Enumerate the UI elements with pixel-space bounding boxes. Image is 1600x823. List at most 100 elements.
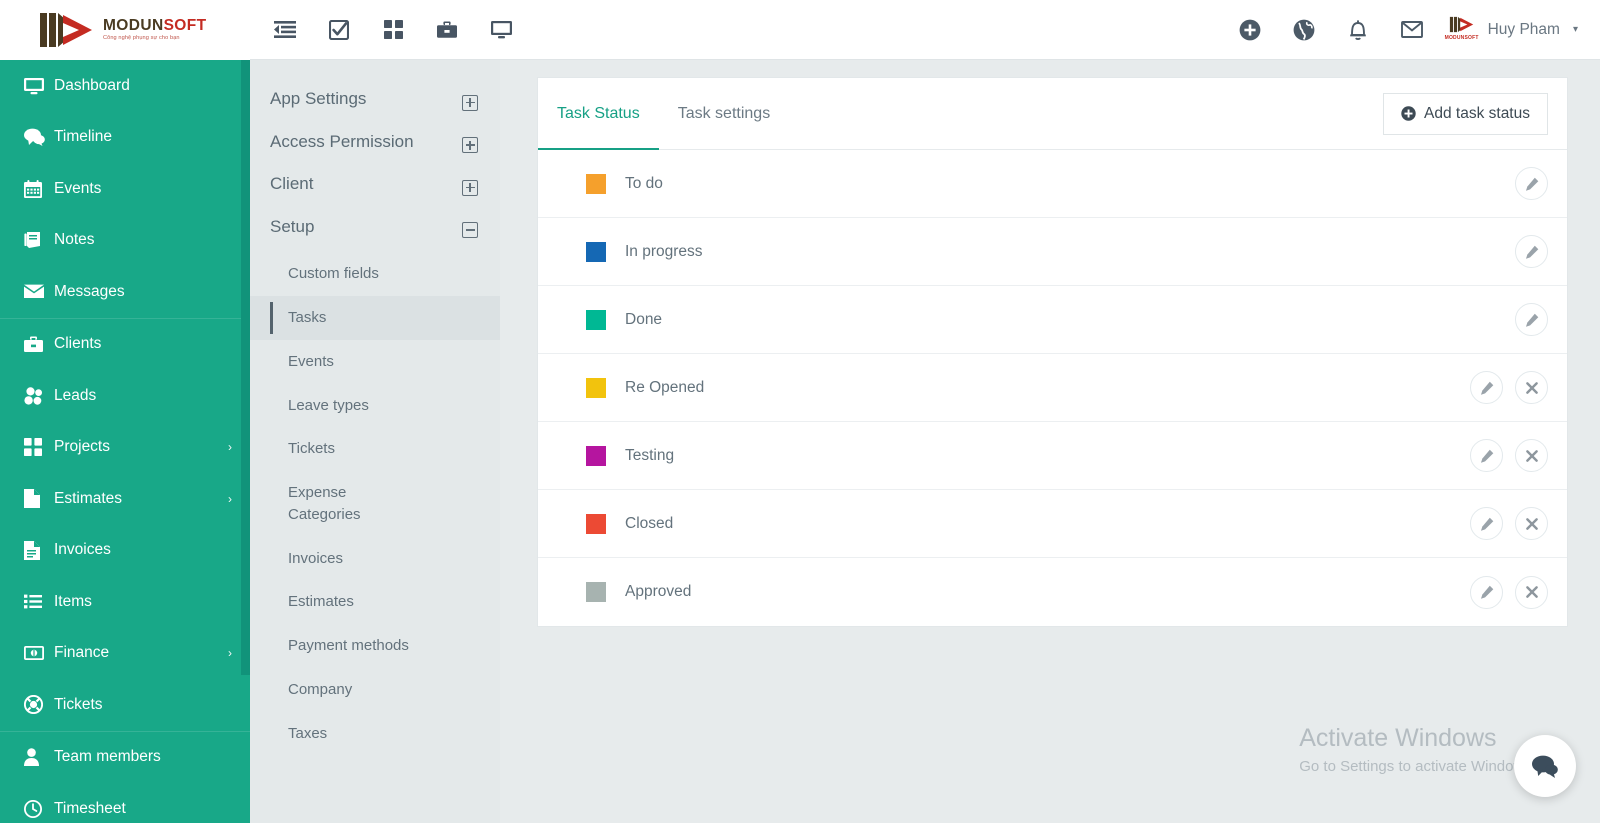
status-color-swatch	[586, 309, 606, 330]
user-menu[interactable]: MODUNSOFT Huy Pham ▾	[1439, 15, 1578, 45]
sidebar-item-messages[interactable]: Messages	[0, 266, 250, 318]
brand-logo[interactable]: MODUNSOFT Công nghệ phụng sự cho bạn	[0, 0, 250, 60]
tab-task-status[interactable]: Task Status	[538, 78, 659, 150]
settings-group-access-permission[interactable]: Access Permission	[250, 121, 500, 164]
status-color-swatch	[586, 241, 606, 262]
delete-status-button[interactable]	[1515, 371, 1548, 404]
task-check-icon[interactable]	[312, 0, 366, 60]
table-row: Approved	[538, 558, 1567, 626]
settings-item-company[interactable]: Company	[250, 668, 500, 712]
status-name: Closed	[625, 514, 674, 532]
money-icon	[24, 646, 54, 661]
settings-item-invoices[interactable]: Invoices	[250, 537, 500, 581]
settings-group-label: Access Permission	[270, 131, 414, 151]
lifebuoy-icon	[24, 695, 54, 715]
sidebar-item-label: Dashboard	[54, 76, 130, 94]
sidebar-item-items[interactable]: Items	[0, 576, 250, 628]
table-row: In progress	[538, 218, 1567, 286]
row-actions	[1515, 167, 1548, 200]
sidebar-item-timeline[interactable]: Timeline	[0, 112, 250, 164]
settings-item-payment-methods[interactable]: Payment methods	[250, 624, 500, 668]
expand-plus-icon[interactable]	[462, 137, 478, 154]
plus-circle-icon	[1401, 106, 1416, 121]
leads-icon	[24, 387, 54, 405]
settings-item-events[interactable]: Events	[250, 340, 500, 384]
settings-group-client[interactable]: Client	[250, 163, 500, 206]
edit-status-button[interactable]	[1515, 303, 1548, 336]
sidebar-item-timesheet[interactable]: Timesheet	[0, 783, 250, 823]
delete-status-button[interactable]	[1515, 575, 1548, 609]
sidebar-item-label: Invoices	[54, 541, 111, 559]
chevron-right-icon: ›	[228, 646, 232, 661]
dashboard-monitor-icon[interactable]	[474, 0, 528, 60]
chat-support-button[interactable]	[1514, 735, 1576, 797]
status-color-swatch	[586, 445, 606, 466]
settings-item-leave-types[interactable]: Leave types	[250, 384, 500, 428]
chevron-right-icon: ›	[228, 440, 232, 455]
briefcase-icon	[24, 336, 54, 353]
sidebar-item-label: Clients	[54, 335, 102, 353]
brand-name-red: SOFT	[163, 16, 207, 34]
settings-item-expense-categories[interactable]: Expense Categories	[250, 471, 410, 537]
edit-status-button[interactable]	[1470, 507, 1503, 540]
delete-status-button[interactable]	[1515, 507, 1548, 540]
clock-icon	[24, 799, 54, 818]
sidebar-item-team-members[interactable]: Team members	[0, 732, 250, 784]
sidebar-nav: Dashboard Timeline Events Notes Messages…	[0, 60, 250, 823]
collapse-sidebar-icon[interactable]	[258, 0, 312, 60]
settings-item-tickets[interactable]: Tickets	[250, 427, 500, 471]
sidebar-item-label: Finance	[54, 644, 110, 662]
sidebar-item-finance[interactable]: Finance ›	[0, 628, 250, 680]
projects-grid-icon[interactable]	[366, 0, 420, 60]
settings-group-setup[interactable]: Setup	[250, 206, 500, 249]
status-name: Done	[625, 310, 663, 328]
collapse-minus-icon[interactable]	[462, 222, 478, 239]
sidebar-item-label: Timesheet	[54, 799, 126, 817]
sidebar-item-leads[interactable]: Leads	[0, 370, 250, 422]
row-actions	[1470, 371, 1548, 404]
sidebar-item-label: Team members	[54, 748, 161, 766]
monitor-icon	[24, 77, 54, 95]
sidebar-scrollbar-thumb[interactable]	[241, 60, 250, 675]
status-name: Testing	[625, 446, 675, 464]
tab-task-settings[interactable]: Task settings	[659, 78, 789, 150]
add-circle-icon[interactable]	[1223, 0, 1277, 60]
sidebar-item-estimates[interactable]: Estimates ›	[0, 473, 250, 525]
table-row: To do	[538, 150, 1567, 218]
envelope-icon[interactable]	[1385, 0, 1439, 60]
edit-status-button[interactable]	[1470, 575, 1503, 609]
sidebar-item-notes[interactable]: Notes	[0, 215, 250, 267]
settings-item-estimates[interactable]: Estimates	[250, 580, 500, 624]
sidebar-item-label: Estimates	[54, 489, 123, 507]
sidebar-item-events[interactable]: Events	[0, 163, 250, 215]
brand-tagline: Công nghệ phụng sự cho bạn	[103, 35, 180, 42]
sidebar-item-invoices[interactable]: Invoices	[0, 525, 250, 577]
sidebar-item-label: Projects	[54, 438, 110, 456]
settings-item-custom-fields[interactable]: Custom fields	[250, 252, 500, 296]
globe-icon[interactable]	[1277, 0, 1331, 60]
sidebar-item-tickets[interactable]: Tickets	[0, 679, 250, 731]
table-row: Done	[538, 286, 1567, 354]
row-actions	[1470, 507, 1548, 540]
clients-briefcase-icon[interactable]	[420, 0, 474, 60]
expand-plus-icon[interactable]	[462, 179, 478, 196]
edit-status-button[interactable]	[1470, 439, 1503, 472]
modunsoft-logo-icon	[38, 9, 96, 51]
sidebar-item-clients[interactable]: Clients	[0, 319, 250, 371]
grid-icon	[24, 438, 54, 457]
settings-item-tasks[interactable]: Tasks	[250, 296, 500, 340]
top-header-right-icons: MODUNSOFT Huy Pham ▾	[1223, 0, 1578, 60]
edit-status-button[interactable]	[1515, 235, 1548, 268]
edit-status-button[interactable]	[1470, 371, 1503, 404]
sidebar-item-projects[interactable]: Projects ›	[0, 422, 250, 474]
bell-icon[interactable]	[1331, 0, 1385, 60]
edit-status-button[interactable]	[1515, 167, 1548, 200]
settings-group-app-settings[interactable]: App Settings	[250, 78, 500, 121]
add-task-status-button[interactable]: Add task status	[1383, 92, 1548, 135]
expand-plus-icon[interactable]	[462, 94, 478, 111]
settings-item-taxes[interactable]: Taxes	[250, 712, 500, 756]
sidebar-item-dashboard[interactable]: Dashboard	[0, 60, 250, 112]
top-header-left-icons	[250, 0, 528, 60]
settings-setup-items: Custom fields Tasks Events Leave types T…	[250, 248, 500, 755]
delete-status-button[interactable]	[1515, 439, 1548, 472]
